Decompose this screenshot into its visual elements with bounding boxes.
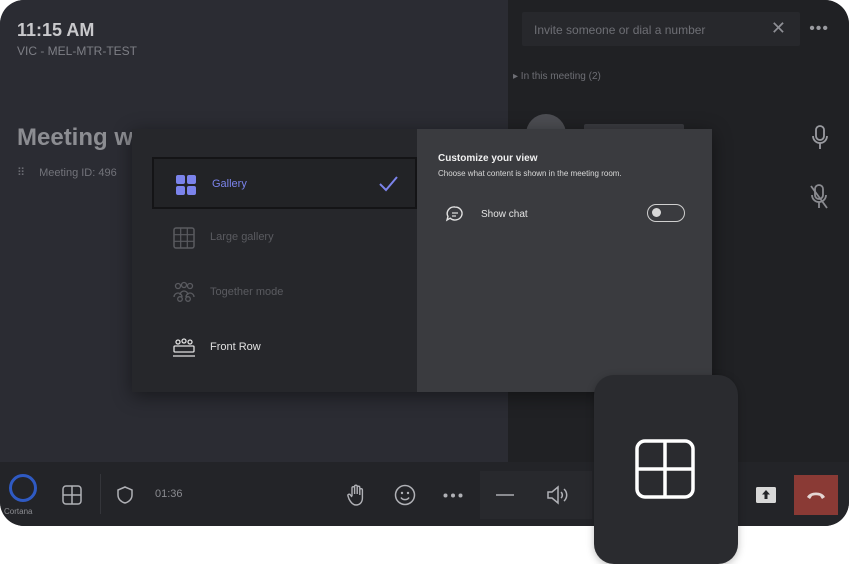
toggle-knob — [652, 208, 661, 217]
cortana-button[interactable] — [9, 474, 37, 502]
front-row-icon — [173, 338, 195, 357]
hang-up-button[interactable] — [794, 475, 838, 515]
layout-option-gallery[interactable]: Gallery — [152, 157, 417, 209]
invite-box: ✕ — [522, 12, 800, 48]
checkmark-icon — [379, 176, 398, 192]
together-mode-icon — [173, 281, 195, 302]
layout-option-label: Front Row — [210, 341, 261, 353]
layout-option-label: Together mode — [210, 286, 284, 298]
meeting-id-text: Meeting ID: 496 — [39, 167, 117, 179]
in-meeting-header[interactable]: ▸ In this meeting (2) — [513, 71, 601, 82]
emoji-icon[interactable] — [394, 484, 416, 506]
meeting-title: Meeting w — [17, 124, 134, 151]
show-chat-label: Show chat — [481, 209, 528, 220]
customize-subtitle: Choose what content is shown in the meet… — [438, 169, 622, 178]
show-chat-toggle[interactable] — [647, 204, 685, 222]
phone-hangup-icon — [807, 492, 825, 499]
meeting-id-row: ⠿ Meeting ID: 496 — [17, 166, 117, 179]
microphone-icon[interactable] — [811, 124, 829, 152]
dialpad-icon: ⠿ — [17, 167, 26, 179]
grid-layout-icon — [635, 439, 695, 499]
room-name: VIC - MEL-MTR-TEST — [17, 44, 137, 58]
invite-input[interactable] — [522, 12, 756, 48]
cortana-label: Cortana — [4, 507, 33, 516]
share-icon[interactable] — [756, 487, 776, 503]
layout-option-together-mode[interactable]: Together mode — [152, 267, 417, 319]
customize-title: Customize your view — [438, 153, 538, 164]
toolbar-divider — [100, 474, 101, 514]
gallery-icon — [176, 175, 196, 195]
volume-controls — [480, 471, 592, 519]
layout-option-front-row[interactable]: Front Row — [152, 322, 417, 374]
layout-icon[interactable] — [62, 485, 82, 505]
clock-time: 11:15 AM — [17, 20, 95, 40]
layout-options-pane: Gallery Large gallery Together mode Fron… — [132, 129, 417, 392]
view-layout-dialog: Gallery Large gallery Together mode Fron… — [132, 129, 712, 392]
close-icon[interactable]: ✕ — [771, 18, 786, 39]
more-options-icon[interactable]: ••• — [809, 20, 829, 38]
layout-option-large-gallery[interactable]: Large gallery — [152, 212, 417, 264]
volume-down-icon[interactable] — [496, 494, 514, 496]
more-actions-icon[interactable] — [443, 493, 463, 498]
speaker-icon[interactable] — [546, 484, 570, 506]
customize-view-pane: Customize your view Choose what content … — [417, 129, 712, 392]
chat-icon — [445, 206, 463, 222]
meeting-duration: 01:36 — [155, 488, 183, 500]
shield-icon[interactable] — [117, 486, 133, 504]
layout-option-label: Large gallery — [210, 231, 274, 243]
microphone-muted-icon[interactable] — [809, 183, 829, 211]
layout-feature-badge — [594, 375, 738, 564]
raise-hand-icon[interactable] — [346, 484, 366, 506]
layout-option-label: Gallery — [212, 178, 247, 190]
large-gallery-icon — [173, 227, 195, 249]
